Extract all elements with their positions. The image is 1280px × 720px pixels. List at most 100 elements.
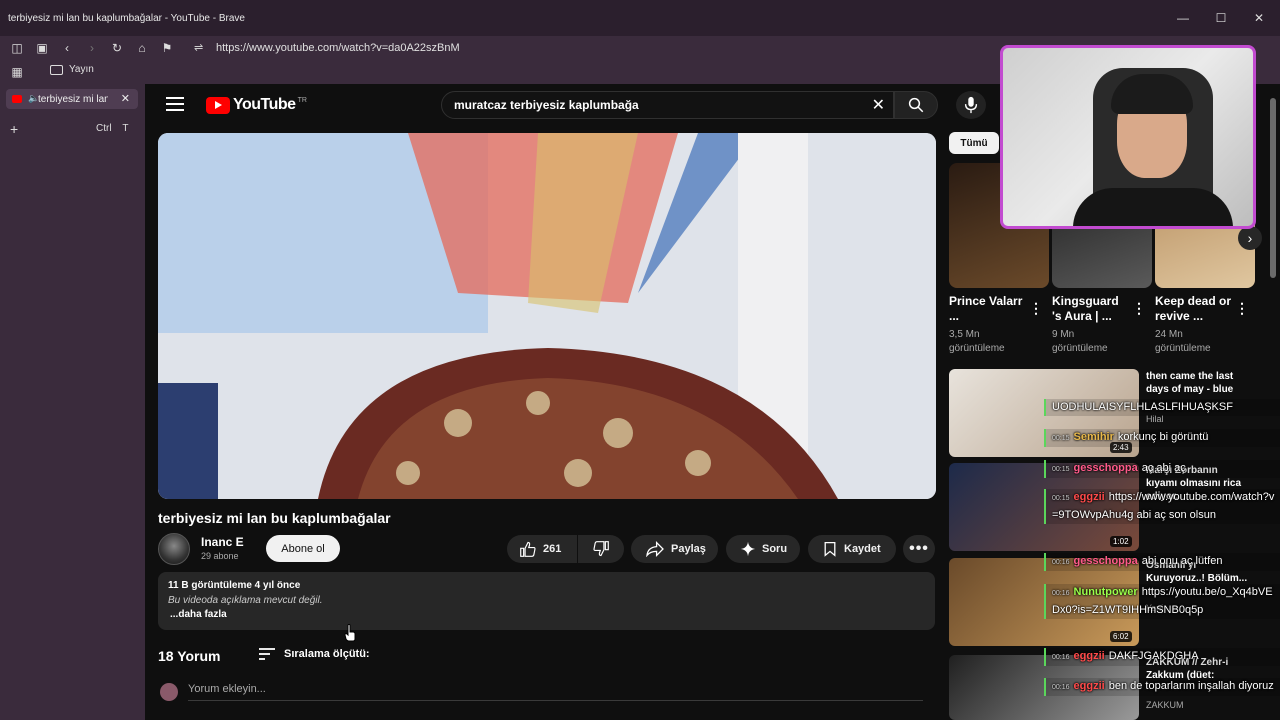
clear-search-icon[interactable]: ✕ — [872, 95, 885, 115]
chat-message: 00:16 eggzii DAKFJGAKDGHA — [1044, 648, 1280, 666]
tab-close-icon[interactable]: ✕ — [121, 92, 130, 105]
sidebar-toggle-icon[interactable]: ◫ — [9, 40, 25, 56]
youtube-wordmark: YouTube — [233, 96, 296, 113]
chat-text: UODHULAISYFLHLASLFIHUAŞKSF — [1052, 401, 1233, 413]
close-icon[interactable]: ✕ — [1240, 0, 1278, 36]
recommendation-title[interactable]: then came the last days of may - blue — [1146, 370, 1250, 396]
tab-label: terbiyesiz mi lan bu kaplumbağalar — [38, 93, 108, 105]
country-code: TR — [297, 96, 307, 104]
window-title: terbiyesiz mi lan bu kaplumbağalar - You… — [8, 12, 245, 24]
more-vertical-icon[interactable]: ⋮ — [1029, 300, 1043, 317]
bookmark-folder-label: Yayın — [69, 64, 94, 75]
chat-text: aç abi aç — [1141, 462, 1186, 474]
search-icon — [908, 97, 924, 113]
ask-button[interactable]: Soru — [726, 535, 800, 563]
short-views: 3,5 Mn görüntüleme — [949, 328, 1005, 356]
thumbs-down-icon — [593, 541, 609, 557]
short-title[interactable]: Prince Valarr ... — [949, 294, 1027, 324]
sort-comments-button[interactable]: Sıralama ölçütü: — [258, 647, 370, 661]
search-input[interactable]: muratcaz terbiyesiz kaplumbağa ✕ — [441, 91, 894, 119]
minimize-icon[interactable]: — — [1164, 0, 1202, 36]
youtube-play-icon — [206, 96, 230, 114]
sort-icon — [259, 648, 275, 660]
voice-search-button[interactable] — [956, 91, 986, 119]
show-more-link[interactable]: ...daha fazla — [170, 609, 227, 620]
like-count: 261 — [543, 543, 562, 555]
window-titlebar: terbiyesiz mi lan bu kaplumbağalar - You… — [0, 0, 1280, 36]
chat-message: 00:16 Nunutpower https://youtu.be/o_Xq4bVE… — [1044, 584, 1280, 619]
home-icon[interactable]: ⌂ — [134, 40, 150, 56]
ask-label: Soru — [762, 543, 788, 555]
more-actions-button[interactable]: ••• — [903, 535, 935, 563]
recommendation-channel: ZAKKUM — [1146, 700, 1184, 710]
share-label: Paylaş — [671, 543, 706, 555]
site-settings-icon[interactable]: ⇌ — [194, 41, 203, 54]
short-views: 9 Mn görüntüleme — [1052, 328, 1108, 356]
video-duration: 6:02 — [1110, 631, 1132, 642]
search-query: muratcaz terbiyesiz kaplumbağa — [454, 98, 639, 112]
chat-username: gesschoppa — [1073, 462, 1138, 474]
chat-message: 00:16 eggzii ben de toparlarım inşallah di… — [1044, 678, 1280, 696]
hamburger-menu-icon[interactable] — [166, 97, 184, 111]
description-box[interactable]: 11 B görüntüleme 4 yıl önce Bu videoda a… — [158, 572, 935, 630]
chat-username: Nunutpower — [1073, 586, 1138, 598]
chat-username: eggzii — [1073, 491, 1105, 503]
save-button[interactable]: Kaydet — [808, 535, 896, 563]
shortcut-ctrl: Ctrl — [96, 123, 112, 134]
chat-message: 00:15 Semihir korkunç bi görüntü — [1044, 429, 1280, 447]
tab-manager-icon[interactable]: ▣ — [34, 40, 50, 56]
short-views-unit: görüntüleme — [1155, 343, 1211, 354]
like-button[interactable]: 261 — [507, 535, 577, 563]
video-title: terbiyesiz mi lan bu kaplumbağalar — [158, 510, 391, 526]
webcam-body — [1073, 188, 1233, 226]
video-player[interactable] — [158, 133, 936, 499]
more-vertical-icon[interactable]: ⋮ — [1235, 300, 1249, 317]
hand-cursor-icon — [344, 624, 356, 642]
channel-name[interactable]: Inanc E — [201, 535, 244, 549]
folder-icon — [50, 64, 63, 75]
filter-chip-all[interactable]: Tümü — [949, 132, 999, 154]
short-title[interactable]: Keep dead or revive ... — [1155, 294, 1233, 324]
save-playlist-icon — [824, 541, 836, 557]
shortcut-key: T — [122, 123, 129, 134]
chat-timestamp: 00:16 — [1052, 654, 1070, 661]
subscribe-button[interactable]: Abone ol — [266, 535, 340, 562]
short-views: 24 Mn görüntüleme — [1155, 328, 1211, 356]
chat-timestamp: 00:15 — [1052, 466, 1070, 473]
chevron-right-icon[interactable]: › — [1238, 226, 1262, 250]
more-horizontal-icon: ••• — [909, 540, 929, 557]
chat-message: 00:15 gesschoppa aç abi aç — [1044, 460, 1280, 478]
chat-username: gesschoppa — [1073, 555, 1138, 567]
add-comment-input[interactable]: Yorum ekleyin... — [188, 683, 923, 701]
chat-text: korkunç bi görüntü — [1117, 431, 1209, 443]
user-avatar — [160, 683, 178, 701]
search-button[interactable] — [894, 91, 938, 119]
channel-subscribers: 29 abone — [201, 551, 239, 561]
more-vertical-icon[interactable]: ⋮ — [1132, 300, 1146, 317]
streamer-webcam — [1000, 45, 1256, 229]
new-tab-button[interactable]: + — [10, 121, 18, 137]
comments-count: 18 Yorum — [158, 648, 221, 664]
page-scrollbar[interactable] — [1270, 98, 1276, 278]
short-title[interactable]: Kingsguard 's Aura | ... — [1052, 294, 1130, 324]
maximize-icon[interactable]: ☐ — [1202, 0, 1240, 36]
no-description-text: Bu videoda açıklama mevcut değil. — [168, 595, 323, 606]
forward-icon[interactable]: › — [84, 40, 100, 56]
reload-icon[interactable]: ↻ — [109, 40, 125, 56]
tab-youtube[interactable]: 🔈 terbiyesiz mi lan bu kaplumbağalar ✕ — [6, 89, 138, 109]
address-bar[interactable]: ⇌ https://www.youtube.com/watch?v=da0A22… — [188, 38, 1008, 58]
apps-grid-icon[interactable]: ▦ — [9, 64, 25, 80]
chat-username: eggzii — [1073, 650, 1105, 662]
chat-timestamp: 00:15 — [1052, 435, 1070, 442]
microphone-icon — [964, 96, 978, 114]
youtube-logo[interactable]: YouTube TR — [206, 96, 307, 114]
bookmark-icon[interactable]: ⚑ — [159, 40, 175, 56]
short-views-count: 9 Mn — [1052, 329, 1075, 340]
dislike-button[interactable] — [578, 535, 624, 563]
back-icon[interactable]: ‹ — [59, 40, 75, 56]
share-button[interactable]: Paylaş — [631, 535, 718, 563]
vertical-tabs-sidebar — [0, 84, 145, 720]
bookmark-folder[interactable]: Yayın — [50, 64, 94, 75]
speaker-icon[interactable]: 🔈 — [28, 93, 39, 104]
channel-avatar[interactable] — [158, 533, 190, 565]
